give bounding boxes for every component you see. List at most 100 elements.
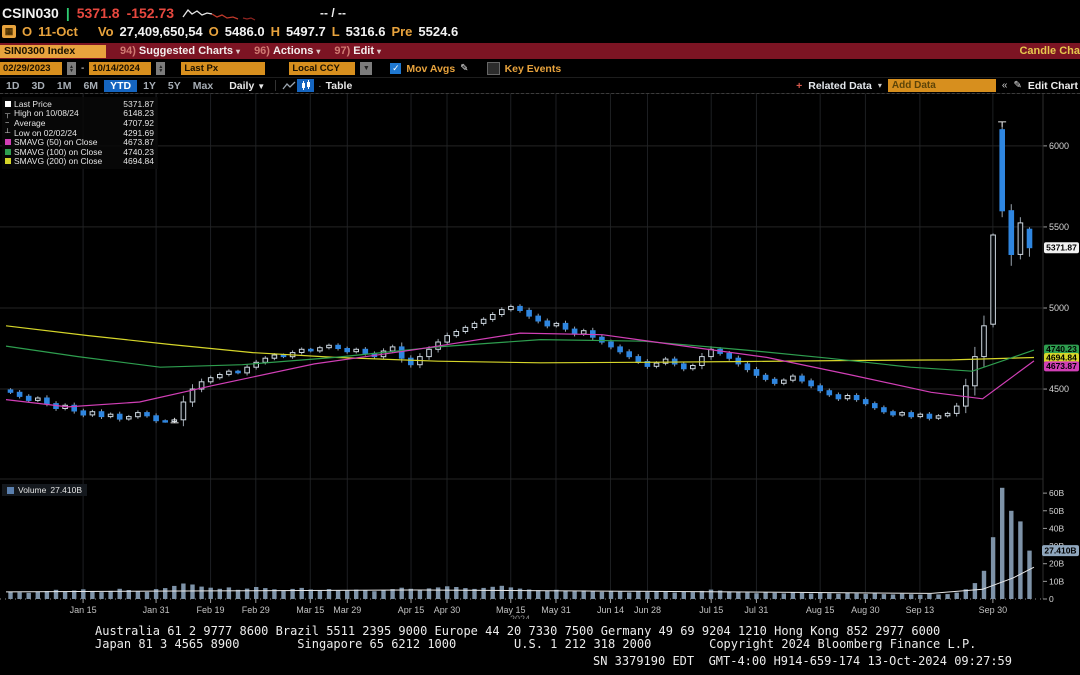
edit-chart-button[interactable]: Edit Chart — [1028, 80, 1078, 92]
legend-row[interactable]: Last Price5371.87 — [5, 99, 154, 109]
legend-value: 4707.92 — [116, 118, 154, 128]
period-tab-3d[interactable]: 3D — [25, 80, 50, 92]
period-tab-ytd[interactable]: YTD — [104, 80, 137, 92]
last-price: 5371.8 — [77, 5, 120, 21]
candle-layer — [6, 122, 1034, 426]
svg-text:5000: 5000 — [1049, 303, 1069, 313]
pencil-icon: ✎ — [1013, 80, 1021, 91]
legend-value: 4291.69 — [116, 128, 154, 138]
separator-dot: · — [318, 80, 322, 92]
high-value: 5497.7 — [286, 24, 326, 39]
security-input[interactable] — [0, 45, 106, 58]
svg-text:Sep 30: Sep 30 — [979, 605, 1008, 615]
svg-text:Jul 15: Jul 15 — [699, 605, 723, 615]
add-data-input[interactable] — [888, 79, 996, 92]
chevron-down-icon: ▾ — [878, 81, 882, 90]
frequency-select[interactable]: Daily ▼ — [229, 80, 265, 92]
series-swatch-icon — [5, 149, 11, 155]
period-tab-5y[interactable]: 5Y — [162, 80, 187, 92]
series-swatch-icon — [5, 101, 11, 107]
legend-row[interactable]: SMAVG (50) on Close4673.87 — [5, 137, 154, 147]
key-events-checkbox[interactable] — [487, 62, 500, 75]
legend-row[interactable]: ┬High on 10/08/246148.23 — [5, 109, 154, 119]
svg-text:Mar 29: Mar 29 — [333, 605, 361, 615]
mov-avgs-checkbox[interactable]: ✓ — [390, 63, 401, 74]
chevron-down-icon: ▾ — [316, 47, 320, 56]
svg-text:Apr 15: Apr 15 — [398, 605, 425, 615]
smavg-line — [6, 326, 1034, 363]
bid-ask-placeholder: -- / -- — [320, 6, 346, 20]
date-to-input[interactable] — [89, 62, 151, 75]
prev-value: 5524.6 — [418, 24, 458, 39]
candlestick-chart[interactable]: Jan 15Jan 31Feb 19Feb 29Mar 15Mar 29Apr … — [0, 94, 1080, 619]
date-from-input[interactable] — [0, 62, 62, 75]
period-tab-1m[interactable]: 1M — [51, 80, 78, 92]
price-change: -152.73 — [127, 5, 174, 21]
svg-text:0: 0 — [1049, 594, 1054, 604]
pencil-icon[interactable]: ✎ — [460, 63, 468, 74]
tick-indicator: | — [66, 5, 70, 21]
svg-text:40B: 40B — [1049, 523, 1064, 533]
legend-label: SMAVG (200) on Close — [14, 156, 116, 166]
period-tab-1y[interactable]: 1Y — [137, 80, 162, 92]
high-label: H — [271, 24, 280, 39]
monitor-icon[interactable]: ▦ — [2, 25, 16, 38]
volume-legend[interactable]: Volume 27.410B — [2, 484, 87, 496]
line-chart-icon[interactable] — [280, 79, 297, 92]
menu-edit[interactable]: 97) Edit ▾ — [334, 45, 381, 57]
collapse-icon[interactable]: « — [1002, 80, 1008, 91]
legend-row[interactable]: SMAVG (100) on Close4740.23 — [5, 147, 154, 157]
svg-text:Jan 15: Jan 15 — [70, 605, 97, 615]
screen-title: Candle Cha — [1019, 45, 1080, 57]
menu-actions[interactable]: 96) Actions ▾ — [254, 45, 320, 57]
volume-legend-value: 27.410B — [50, 485, 82, 495]
footer-phone-line-2: Japan 81 3 4565 8900 Singapore 65 6212 1… — [95, 637, 976, 651]
currency-select[interactable] — [289, 62, 355, 75]
legend-row[interactable]: SMAVG (200) on Close4694.84 — [5, 157, 154, 167]
legend-row[interactable]: −Average4707.92 — [5, 118, 154, 128]
quote-line-2: ▦ O 11-Oct Vo 27,409,650,54 O 5486.0 H 5… — [2, 24, 458, 39]
svg-text:Jul 31: Jul 31 — [744, 605, 768, 615]
series-marker-icon: ┴ — [5, 128, 14, 137]
svg-text:Feb 29: Feb 29 — [242, 605, 270, 615]
price-field-select[interactable] — [181, 62, 265, 75]
legend-label: Last Price — [14, 99, 116, 109]
volume-legend-label: Volume — [18, 485, 46, 495]
svg-text:50B: 50B — [1049, 506, 1064, 516]
period-tab-6m[interactable]: 6M — [77, 80, 104, 92]
series-swatch-icon — [5, 139, 11, 145]
quote-bar: CSIN030 | 5371.8 -152.73 -- / -- ▦ O 11-… — [0, 0, 1080, 43]
volume-swatch-icon — [7, 487, 14, 494]
period-tab-max[interactable]: Max — [187, 80, 219, 92]
period-tabs: 1D3D1M6MYTD1Y5YMax — [0, 80, 219, 92]
low-label: L — [332, 24, 340, 39]
svg-text:20B: 20B — [1049, 559, 1064, 569]
candle-chart-icon[interactable] — [297, 79, 314, 92]
menu-suggested-charts[interactable]: 94) Suggested Charts ▾ — [120, 45, 240, 57]
chart-toolbar: ▲▼ - ▲▼ ▼ ✓ Mov Avgs ✎ Key Events — [0, 60, 1080, 78]
menu-label: Actions — [273, 45, 313, 57]
svg-text:27.410B: 27.410B — [1044, 546, 1076, 556]
legend-label: Average — [14, 118, 116, 128]
svg-text:Sep 13: Sep 13 — [906, 605, 935, 615]
date-spinner[interactable]: ▲▼ — [156, 62, 165, 75]
plus-icon: + — [796, 80, 802, 92]
chevron-down-icon: ▾ — [377, 47, 381, 56]
footer-session-line: SN 3379190 EDT GMT-4:00 H914-659-174 13-… — [593, 654, 1012, 668]
period-tab-1d[interactable]: 1D — [0, 80, 25, 92]
open-label: O — [209, 24, 219, 39]
currency-dropdown-icon[interactable]: ▼ — [360, 62, 372, 75]
legend-row[interactable]: ┴Low on 02/02/244291.69 — [5, 128, 154, 138]
svg-text:10B: 10B — [1049, 576, 1064, 586]
smavg-line — [6, 333, 1034, 407]
intraday-sparkline-icon — [181, 6, 261, 21]
table-button[interactable]: Table — [326, 80, 353, 92]
legend-label: SMAVG (50) on Close — [14, 137, 116, 147]
legend-value: 5371.87 — [116, 99, 154, 109]
key-events-label: Key Events — [505, 63, 562, 75]
date-spinner[interactable]: ▲▼ — [67, 62, 76, 75]
related-data-button[interactable]: Related Data — [808, 80, 872, 92]
svg-text:Aug 30: Aug 30 — [851, 605, 880, 615]
command-bar: 94) Suggested Charts ▾ 96) Actions ▾ 97)… — [0, 43, 1080, 59]
svg-text:4500: 4500 — [1049, 384, 1069, 394]
